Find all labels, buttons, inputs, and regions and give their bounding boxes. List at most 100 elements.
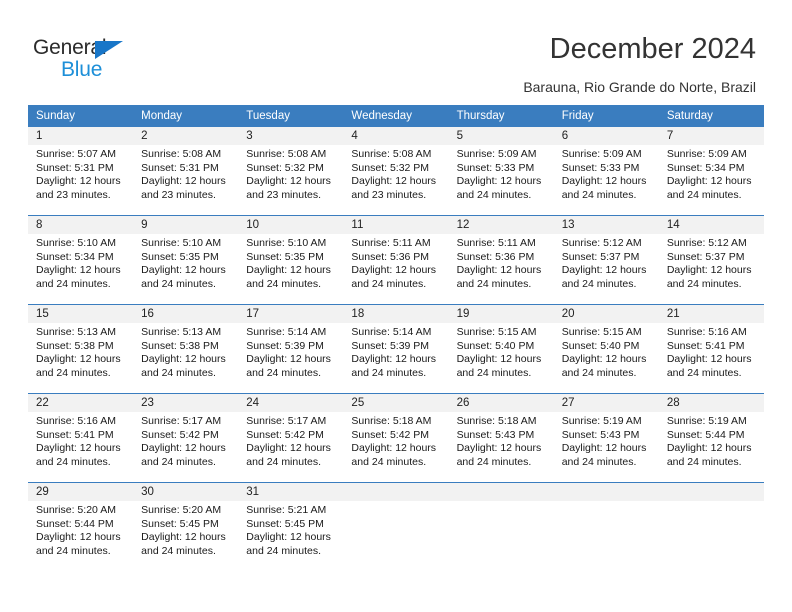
day-cell[interactable]: 2 Sunrise: 5:08 AM Sunset: 5:31 PM Daylight…	[133, 127, 239, 216]
day-cell[interactable]: 4 Sunrise: 5:08 AM Sunset: 5:32 PM Daylight…	[343, 127, 449, 216]
logo-text-blue: Blue	[61, 58, 103, 81]
day-number	[553, 483, 659, 501]
sunset-text: Sunset: 5:34 PM	[666, 161, 745, 174]
day-cell[interactable]: 19 Sunrise: 5:15 AM Sunset: 5:40 PM Dayligh…	[448, 304, 554, 394]
day-cell[interactable]: 16 Sunrise: 5:13 AM Sunset: 5:38 PM Dayligh…	[133, 304, 239, 394]
sunset-text: Sunset: 5:42 PM	[246, 428, 324, 441]
day-info: Sunrise: 5:17 AM Sunset: 5:42 PM Daylight:…	[133, 412, 238, 469]
daylight-text-line1: Daylight: 12 hours	[351, 442, 437, 455]
sunset-text: Sunset: 5:35 PM	[141, 250, 219, 263]
day-number: 21	[658, 305, 764, 323]
sunset-text: Sunset: 5:31 PM	[141, 161, 219, 174]
daylight-text-line1: Daylight: 12 hours	[456, 175, 542, 188]
day-info: Sunrise: 5:16 AM Sunset: 5:41 PM Daylight:…	[28, 412, 133, 469]
sunrise-text: Sunrise: 5:20 AM	[141, 504, 222, 516]
sunset-text: Sunset: 5:38 PM	[141, 339, 219, 352]
sunrise-text: Sunrise: 5:14 AM	[351, 326, 432, 338]
day-info: Sunrise: 5:13 AM Sunset: 5:38 PM Daylight:…	[133, 323, 238, 380]
day-info: Sunrise: 5:10 AM Sunset: 5:34 PM Daylight:…	[28, 234, 133, 291]
day-info: Sunrise: 5:11 AM Sunset: 5:36 PM Daylight:…	[449, 234, 554, 291]
day-cell[interactable]: 28 Sunrise: 5:19 AM Sunset: 5:44 PM Dayligh…	[658, 393, 764, 483]
daylight-text-line1: Daylight: 12 hours	[351, 353, 437, 366]
sunrise-text: Sunrise: 5:07 AM	[36, 148, 116, 160]
calendar-page: General Blue December 2024 Barauna, Rio …	[0, 0, 792, 612]
day-cell[interactable]: 10 Sunrise: 5:10 AM Sunset: 5:35 PM Dayligh…	[238, 215, 344, 305]
day-info	[449, 501, 554, 504]
day-cell[interactable]: 12 Sunrise: 5:11 AM Sunset: 5:36 PM Dayligh…	[448, 215, 554, 305]
sunrise-text: Sunrise: 5:19 AM	[666, 415, 747, 427]
day-info	[554, 501, 659, 504]
day-cell[interactable]: 3 Sunrise: 5:08 AM Sunset: 5:32 PM Daylight…	[238, 127, 344, 216]
daylight-text-line2: and 24 minutes.	[561, 455, 637, 468]
sunset-text: Sunset: 5:40 PM	[456, 339, 535, 352]
day-cell[interactable]: 31 Sunrise: 5:21 AM Sunset: 5:45 PM Dayligh…	[238, 482, 344, 571]
day-cell[interactable]: 22 Sunrise: 5:16 AM Sunset: 5:41 PM Dayligh…	[28, 393, 134, 483]
weekday-header-saturday: Saturday	[658, 105, 764, 127]
daylight-text-line1: Daylight: 12 hours	[351, 264, 437, 277]
sunset-text: Sunset: 5:36 PM	[351, 250, 430, 263]
calendar-week-row: 8 Sunrise: 5:10 AM Sunset: 5:34 PM Daylight…	[28, 215, 764, 305]
day-cell[interactable]: 25 Sunrise: 5:18 AM Sunset: 5:42 PM Dayligh…	[343, 393, 449, 483]
daylight-text-line2: and 24 minutes.	[246, 455, 321, 468]
day-cell[interactable]: 15 Sunrise: 5:13 AM Sunset: 5:38 PM Dayligh…	[28, 304, 134, 394]
sunrise-text: Sunrise: 5:09 AM	[456, 148, 537, 160]
day-info: Sunrise: 5:15 AM Sunset: 5:40 PM Daylight:…	[449, 323, 554, 380]
daylight-text-line1: Daylight: 12 hours	[246, 264, 331, 277]
day-cell[interactable]: 27 Sunrise: 5:19 AM Sunset: 5:43 PM Dayligh…	[553, 393, 659, 483]
daylight-text-line2: and 24 minutes.	[666, 188, 742, 201]
daylight-text-line2: and 24 minutes.	[351, 455, 427, 468]
day-cell[interactable]: 9 Sunrise: 5:10 AM Sunset: 5:35 PM Daylight…	[133, 215, 239, 305]
day-cell[interactable]: 8 Sunrise: 5:10 AM Sunset: 5:34 PM Daylight…	[28, 215, 134, 305]
day-cell[interactable]: 13 Sunrise: 5:12 AM Sunset: 5:37 PM Dayligh…	[553, 215, 659, 305]
calendar-week-row: 1 Sunrise: 5:07 AM Sunset: 5:31 PM Daylight…	[28, 127, 764, 216]
sunrise-text: Sunrise: 5:16 AM	[36, 415, 116, 427]
day-info: Sunrise: 5:18 AM Sunset: 5:42 PM Daylight:…	[343, 412, 448, 469]
day-number: 23	[133, 394, 239, 412]
day-cell[interactable]: 20 Sunrise: 5:15 AM Sunset: 5:40 PM Dayligh…	[553, 304, 659, 394]
day-number: 3	[238, 127, 344, 145]
day-cell[interactable]: 29 Sunrise: 5:20 AM Sunset: 5:44 PM Dayligh…	[28, 482, 134, 571]
day-info: Sunrise: 5:11 AM Sunset: 5:36 PM Daylight:…	[343, 234, 448, 291]
sunset-text: Sunset: 5:36 PM	[456, 250, 535, 263]
day-cell[interactable]: 7 Sunrise: 5:09 AM Sunset: 5:34 PM Daylight…	[658, 127, 764, 216]
day-cell[interactable]: 5 Sunrise: 5:09 AM Sunset: 5:33 PM Daylight…	[448, 127, 554, 216]
day-number: 30	[133, 483, 239, 501]
daylight-text-line1: Daylight: 12 hours	[246, 442, 331, 455]
sunset-text: Sunset: 5:42 PM	[351, 428, 430, 441]
daylight-text-line1: Daylight: 12 hours	[141, 175, 226, 188]
daylight-text-line1: Daylight: 12 hours	[561, 442, 647, 455]
daylight-text-line1: Daylight: 12 hours	[666, 264, 752, 277]
day-number: 26	[448, 394, 554, 412]
day-info: Sunrise: 5:08 AM Sunset: 5:32 PM Daylight:…	[343, 145, 448, 202]
sunrise-text: Sunrise: 5:14 AM	[246, 326, 327, 338]
day-number: 27	[553, 394, 659, 412]
sunset-text: Sunset: 5:34 PM	[36, 250, 114, 263]
day-info: Sunrise: 5:21 AM Sunset: 5:45 PM Daylight:…	[238, 501, 343, 558]
sunset-text: Sunset: 5:43 PM	[456, 428, 535, 441]
day-number: 14	[658, 216, 764, 234]
daylight-text-line2: and 24 minutes.	[456, 455, 532, 468]
sunset-text: Sunset: 5:39 PM	[246, 339, 324, 352]
daylight-text-line2: and 24 minutes.	[561, 277, 637, 290]
day-cell[interactable]: 23 Sunrise: 5:17 AM Sunset: 5:42 PM Dayligh…	[133, 393, 239, 483]
day-cell[interactable]: 21 Sunrise: 5:16 AM Sunset: 5:41 PM Dayligh…	[658, 304, 764, 394]
day-cell[interactable]: 6 Sunrise: 5:09 AM Sunset: 5:33 PM Daylight…	[553, 127, 659, 216]
daylight-text-line2: and 24 minutes.	[561, 366, 637, 379]
day-cell[interactable]: 17 Sunrise: 5:14 AM Sunset: 5:39 PM Dayligh…	[238, 304, 344, 394]
day-cell[interactable]: 26 Sunrise: 5:18 AM Sunset: 5:43 PM Dayligh…	[448, 393, 554, 483]
day-cell[interactable]: 11 Sunrise: 5:11 AM Sunset: 5:36 PM Dayligh…	[343, 215, 449, 305]
day-cell-empty	[658, 482, 764, 571]
daylight-text-line2: and 24 minutes.	[666, 277, 742, 290]
day-cell[interactable]: 24 Sunrise: 5:17 AM Sunset: 5:42 PM Dayligh…	[238, 393, 344, 483]
day-cell[interactable]: 1 Sunrise: 5:07 AM Sunset: 5:31 PM Daylight…	[28, 127, 134, 216]
day-cell[interactable]: 14 Sunrise: 5:12 AM Sunset: 5:37 PM Dayligh…	[658, 215, 764, 305]
day-cell[interactable]: 18 Sunrise: 5:14 AM Sunset: 5:39 PM Dayligh…	[343, 304, 449, 394]
daylight-text-line1: Daylight: 12 hours	[141, 531, 226, 544]
day-number: 29	[28, 483, 134, 501]
day-number: 5	[448, 127, 554, 145]
day-cell[interactable]: 30 Sunrise: 5:20 AM Sunset: 5:45 PM Dayligh…	[133, 482, 239, 571]
day-number: 25	[343, 394, 449, 412]
day-info	[343, 501, 448, 504]
general-blue-logo[interactable]: General Blue	[33, 36, 163, 84]
triangle-icon	[95, 41, 123, 59]
